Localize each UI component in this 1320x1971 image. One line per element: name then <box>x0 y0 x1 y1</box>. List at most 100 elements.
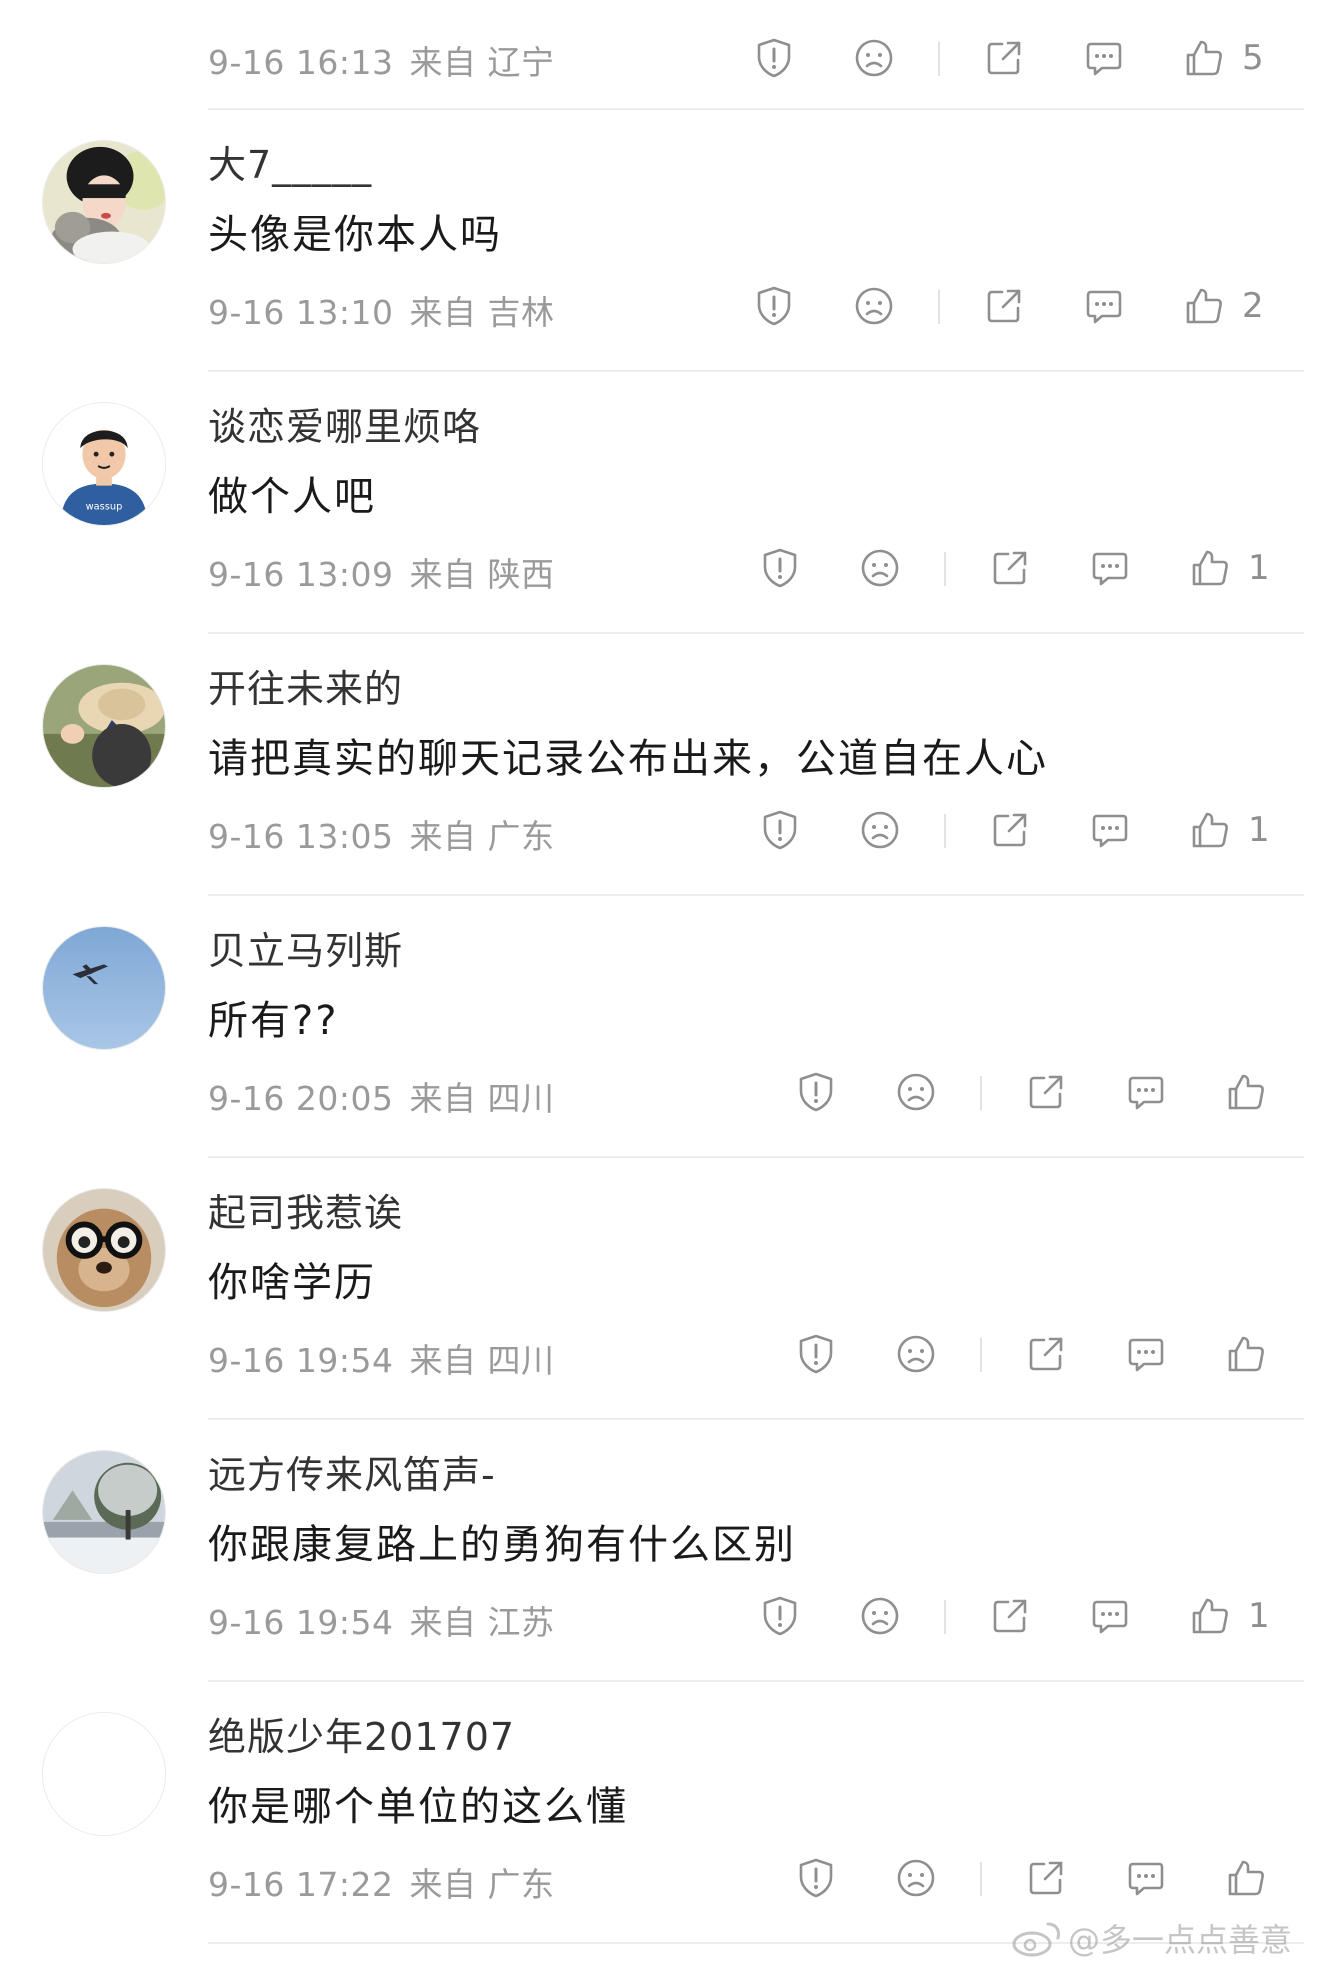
share-icon[interactable] <box>988 1588 1032 1644</box>
like-count: 2 <box>1242 286 1264 326</box>
action-divider <box>944 814 946 848</box>
like-button[interactable]: 2 <box>1182 278 1264 334</box>
action-divider <box>980 1862 982 1896</box>
comment-username[interactable]: 谈恋爱哪里烦咯 <box>208 396 481 451</box>
airplane-sky-avatar[interactable] <box>42 926 166 1050</box>
comment-actions: 1 <box>0 1588 1320 1644</box>
frown-face-icon[interactable] <box>894 1326 938 1382</box>
thumbs-up-icon <box>1188 546 1232 590</box>
frown-face-icon[interactable] <box>858 802 902 858</box>
report-icon[interactable] <box>752 278 796 334</box>
report-icon[interactable] <box>794 1326 838 1382</box>
weibo-logo-icon <box>1012 1922 1060 1957</box>
comment-actions <box>0 1064 1320 1120</box>
like-count: 1 <box>1248 810 1270 850</box>
comment-actions <box>0 1850 1320 1906</box>
thumbs-up-icon <box>1224 1070 1268 1114</box>
thumbs-up-icon <box>1182 36 1226 80</box>
reply-bubble-icon[interactable] <box>1124 1064 1168 1120</box>
cartoon-boy-wassup-avatar[interactable]: wassup <box>42 402 166 526</box>
share-icon[interactable] <box>1024 1064 1068 1120</box>
comment-item: 绝版少年201707 你是哪个单位的这么懂 9-16 17:22 来自 广东 <box>0 1682 1320 1944</box>
comment-item: 大7_____ 头像是你本人吗 9-16 13:10 来自 吉林 2 <box>0 110 1320 372</box>
share-icon[interactable] <box>982 30 1026 86</box>
comment-username[interactable]: 开往未来的 <box>208 658 403 713</box>
report-icon[interactable] <box>794 1850 838 1906</box>
like-button[interactable]: 1 <box>1188 802 1270 858</box>
svg-text:wassup: wassup <box>86 501 123 512</box>
like-button[interactable]: 1 <box>1188 540 1270 596</box>
thumbs-up-icon <box>1188 1594 1232 1638</box>
comment-item: 贝立马列斯 所有?? 9-16 20:05 来自 四川 <box>0 896 1320 1158</box>
share-icon[interactable] <box>988 540 1032 596</box>
comment-item: wassup 谈恋爱哪里烦咯 做个人吧 9-16 13:09 来自 陕西 1 <box>0 372 1320 634</box>
report-icon[interactable] <box>758 540 802 596</box>
like-button[interactable] <box>1224 1326 1284 1382</box>
frown-face-icon[interactable] <box>852 30 896 86</box>
comment-item: 开往未来的 请把真实的聊天记录公布出来，公道自在人心 9-16 13:05 来自 … <box>0 634 1320 896</box>
comment-actions: 1 <box>0 540 1320 596</box>
action-divider <box>980 1076 982 1110</box>
comment-text: 所有?? <box>208 998 339 1044</box>
comment-text: 你是哪个单位的这么懂 <box>208 1784 628 1830</box>
snow-tree-avatar[interactable] <box>42 1450 166 1574</box>
comment-text: 你跟康复路上的勇狗有什么区别 <box>208 1522 796 1568</box>
reply-bubble-icon[interactable] <box>1124 1326 1168 1382</box>
report-icon[interactable] <box>758 1588 802 1644</box>
watermark-text: @多一点点善意 <box>1067 1921 1292 1959</box>
comment-item: 9-16 16:13 来自 辽宁 5 <box>0 0 1320 110</box>
reply-bubble-icon[interactable] <box>1088 802 1132 858</box>
woman-with-cat-avatar[interactable] <box>42 140 166 264</box>
frown-face-icon[interactable] <box>894 1850 938 1906</box>
action-divider <box>944 1600 946 1634</box>
action-divider <box>944 552 946 586</box>
thumbs-up-icon <box>1224 1856 1268 1900</box>
comment-username[interactable]: 起司我惹诶 <box>208 1182 403 1237</box>
comment-text: 做个人吧 <box>208 474 376 520</box>
comment-actions: 2 <box>0 278 1320 334</box>
thumbs-up-icon <box>1224 1332 1268 1376</box>
frown-face-icon[interactable] <box>852 278 896 334</box>
share-icon[interactable] <box>1024 1850 1068 1906</box>
like-button[interactable]: 1 <box>1188 1588 1270 1644</box>
like-count: 1 <box>1248 1596 1270 1636</box>
like-count: 5 <box>1242 38 1264 78</box>
comment-actions: 5 <box>0 30 1320 86</box>
comment-actions: 1 <box>0 802 1320 858</box>
comment-username[interactable]: 远方传来风笛声- <box>208 1444 496 1499</box>
frown-face-icon[interactable] <box>894 1064 938 1120</box>
thumbs-up-icon <box>1188 808 1232 852</box>
action-divider <box>980 1338 982 1372</box>
frown-face-icon[interactable] <box>858 1588 902 1644</box>
like-button[interactable]: 5 <box>1182 30 1264 86</box>
comment-text: 你啥学历 <box>208 1260 376 1306</box>
report-icon[interactable] <box>752 30 796 86</box>
report-icon[interactable] <box>758 802 802 858</box>
blank-avatar[interactable] <box>42 1712 166 1836</box>
action-divider <box>938 290 940 324</box>
share-icon[interactable] <box>982 278 1026 334</box>
comment-username[interactable]: 贝立马列斯 <box>208 920 403 975</box>
comment-item: 起司我惹诶 你啥学历 9-16 19:54 来自 四川 <box>0 1158 1320 1420</box>
frown-face-icon[interactable] <box>858 540 902 596</box>
comment-username[interactable]: 绝版少年201707 <box>208 1706 515 1761</box>
comment-actions <box>0 1326 1320 1382</box>
share-icon[interactable] <box>988 802 1032 858</box>
reply-bubble-icon[interactable] <box>1082 278 1126 334</box>
comment-text: 头像是你本人吗 <box>208 212 502 258</box>
reply-bubble-icon[interactable] <box>1124 1850 1168 1906</box>
like-button[interactable] <box>1224 1850 1284 1906</box>
weibo-watermark: @多一点点善意 <box>1010 1915 1292 1961</box>
reply-bubble-icon[interactable] <box>1088 1588 1132 1644</box>
thumbs-up-icon <box>1182 284 1226 328</box>
dog-glasses-avatar[interactable] <box>42 1188 166 1312</box>
like-button[interactable] <box>1224 1064 1284 1120</box>
straw-hat-girl-avatar[interactable] <box>42 664 166 788</box>
share-icon[interactable] <box>1024 1326 1068 1382</box>
comment-username[interactable]: 大7_____ <box>208 134 372 189</box>
report-icon[interactable] <box>794 1064 838 1120</box>
reply-bubble-icon[interactable] <box>1082 30 1126 86</box>
reply-bubble-icon[interactable] <box>1088 540 1132 596</box>
comment-text: 请把真实的聊天记录公布出来，公道自在人心 <box>208 736 1048 782</box>
like-count: 1 <box>1248 548 1270 588</box>
